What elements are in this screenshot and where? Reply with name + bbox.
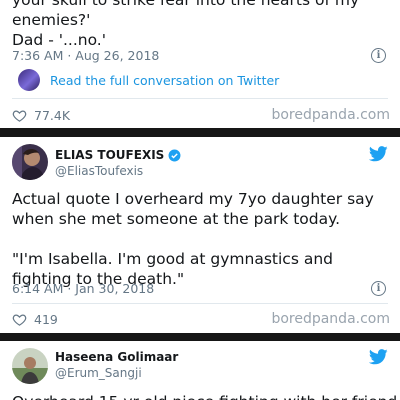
watermark: boredpanda.com xyxy=(271,107,390,123)
separator xyxy=(0,128,400,137)
tweet-card-1: your skull to strike fear into the heart… xyxy=(0,0,400,128)
author-name: ELIAS TOUFEXIS xyxy=(55,148,165,162)
author-handle[interactable]: @Erum_Sangji xyxy=(55,366,142,380)
divider xyxy=(12,303,388,304)
author-handle[interactable]: @EliasToufexis xyxy=(55,164,143,178)
info-icon[interactable]: i xyxy=(371,48,386,63)
divider xyxy=(12,98,388,99)
heart-icon xyxy=(12,313,27,326)
heart-icon xyxy=(12,109,27,122)
like-button[interactable]: 419 xyxy=(12,309,58,329)
read-conversation-label: Read the full conversation on Twitter xyxy=(50,72,280,88)
author-name: Haseena Golimaar xyxy=(55,350,179,364)
like-count: 77.4K xyxy=(34,107,71,123)
tweet-1-timestamp[interactable]: 7:36 AM · Aug 26, 2018 xyxy=(12,48,159,63)
conversation-avatar xyxy=(18,69,40,91)
twitter-bird-icon[interactable] xyxy=(369,349,388,365)
avatar[interactable] xyxy=(12,144,48,180)
like-count: 419 xyxy=(34,311,58,327)
avatar[interactable] xyxy=(12,348,48,384)
tweet-card-3: Haseena Golimaar @Erum_Sangji Overheard … xyxy=(0,341,400,400)
info-icon[interactable]: i xyxy=(371,281,386,296)
tweet-2-timestamp[interactable]: 6:14 AM · Jan 30, 2018 xyxy=(12,281,154,296)
tweet-2-text: Actual quote I overheard my 7yo daughter… xyxy=(12,190,374,288)
tweet-1-text: your skull to strike fear into the heart… xyxy=(12,0,360,49)
read-conversation-link[interactable]: Read the full conversation on Twitter xyxy=(18,69,279,91)
tweet-card-2: ELIAS TOUFEXIS @EliasToufexis Actual quo… xyxy=(0,137,400,333)
author-name-line[interactable]: ELIAS TOUFEXIS xyxy=(55,148,181,162)
author-name-line[interactable]: Haseena Golimaar xyxy=(55,350,178,364)
tweet-3-text: Overheard 15 yr old niece fighting with … xyxy=(12,392,400,400)
separator xyxy=(0,333,400,341)
like-button[interactable]: 77.4K xyxy=(12,105,70,125)
twitter-bird-icon[interactable] xyxy=(369,146,388,162)
verified-badge-icon xyxy=(168,149,181,161)
watermark: boredpanda.com xyxy=(271,311,390,327)
